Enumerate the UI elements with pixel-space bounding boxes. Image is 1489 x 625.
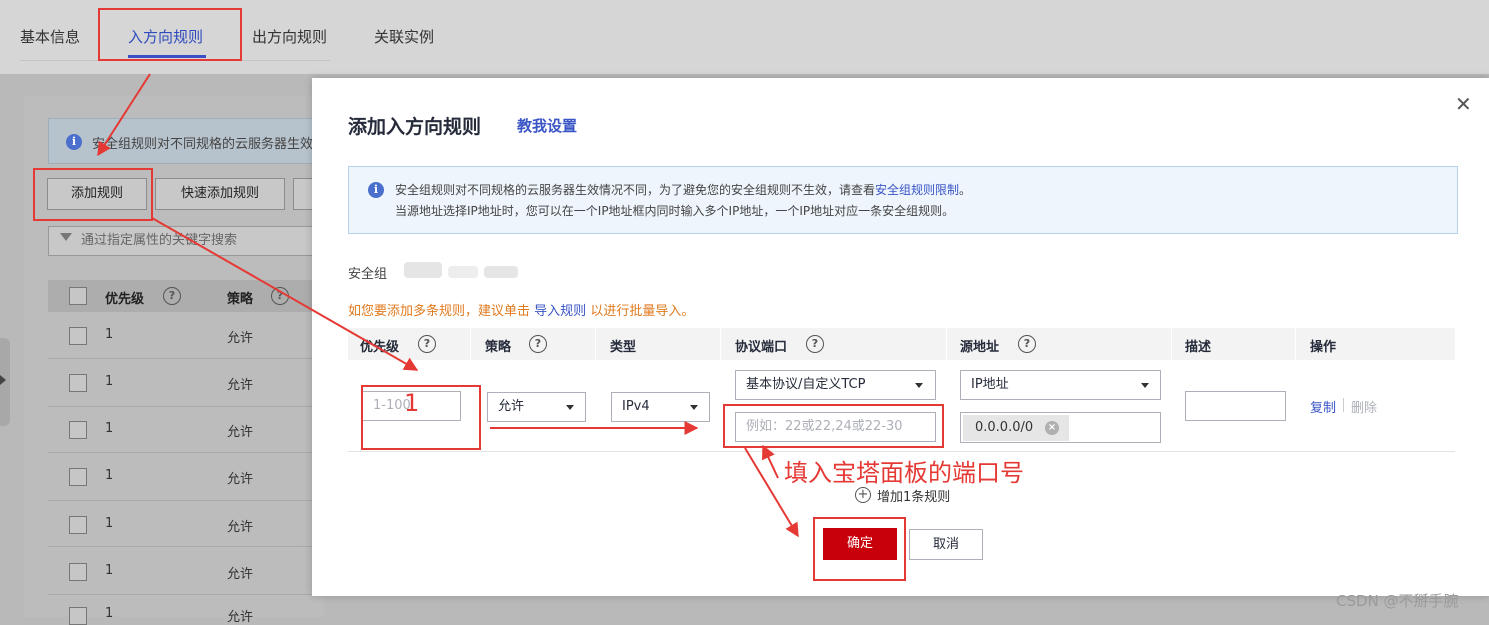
arrow-tab-to-add: [97, 73, 151, 157]
arrow-port-to-confirm: [744, 447, 799, 538]
watermark: CSDN @不掰手腕: [1336, 592, 1459, 610]
arrow-add-to-priority: [151, 217, 419, 371]
annotation-arrows: [97, 73, 799, 538]
arrow-note-to-port: [762, 444, 779, 479]
